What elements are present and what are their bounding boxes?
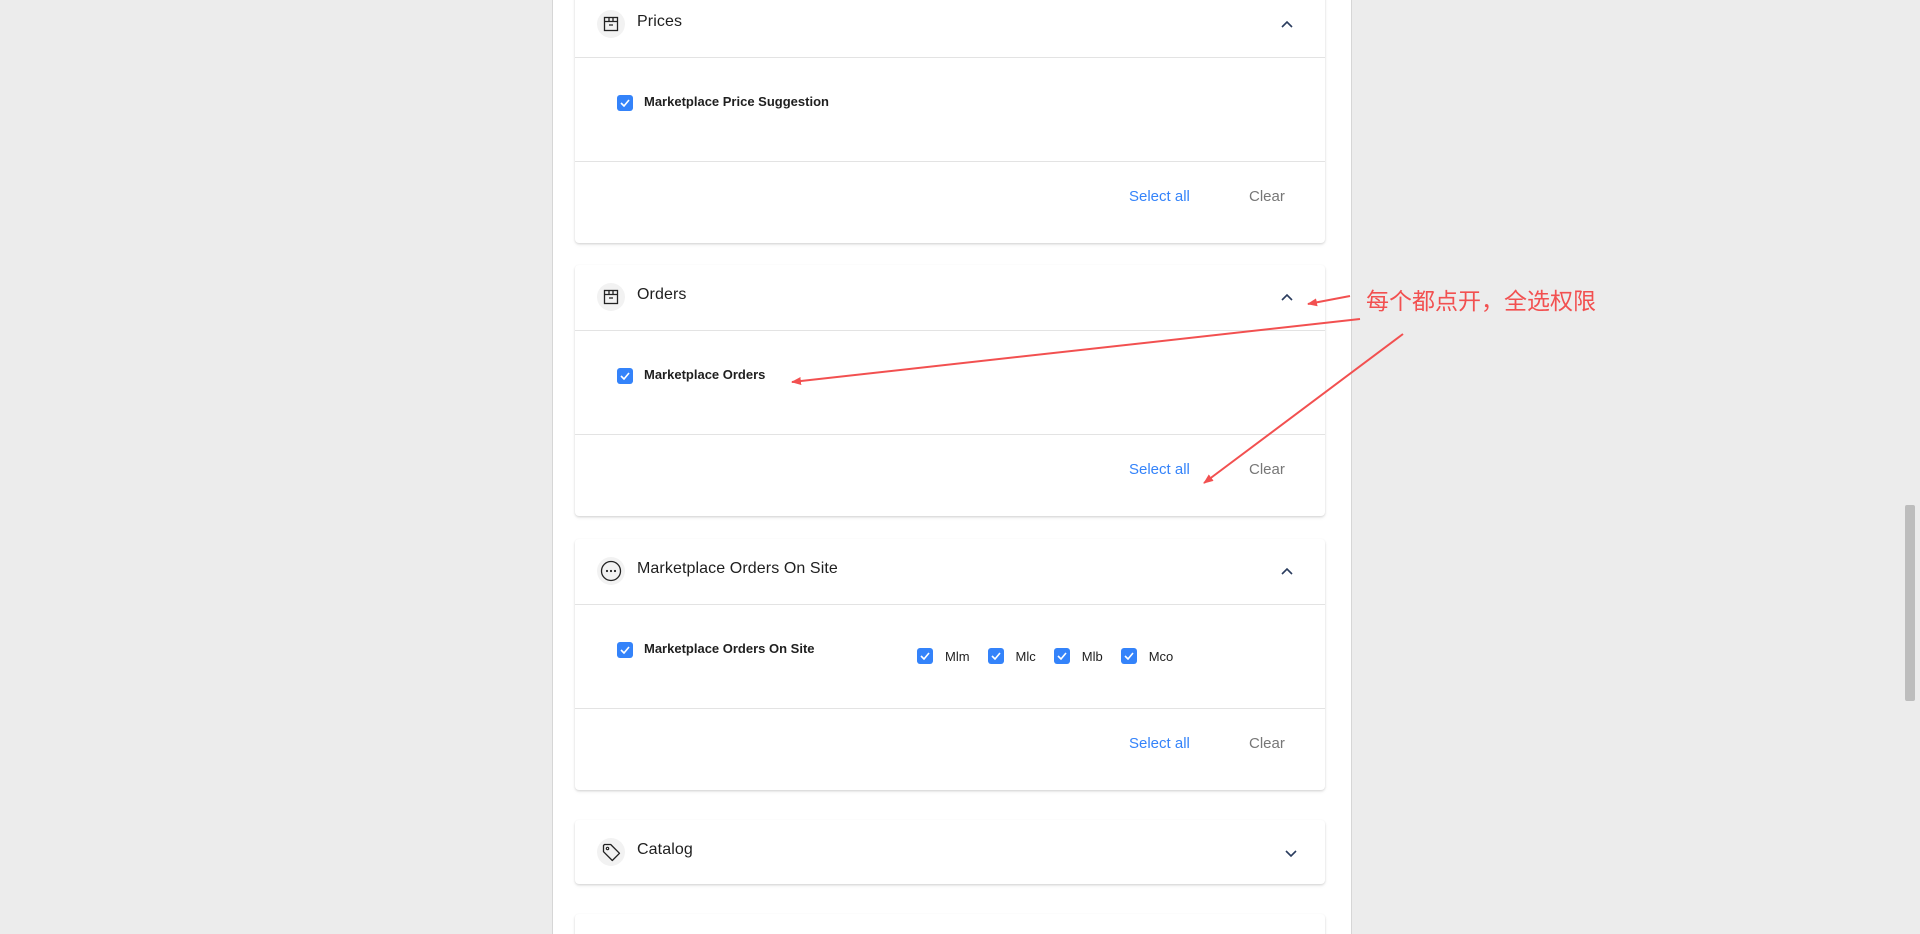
scrollbar-thumb[interactable]: [1905, 505, 1915, 701]
chevron-down-icon[interactable]: [1281, 844, 1301, 864]
section-footer: Select all Clear: [575, 709, 1325, 781]
select-all-button[interactable]: Select all: [1129, 735, 1190, 752]
section-title: Orders: [637, 286, 687, 303]
permissions-panel: Prices Marketplace Price Suggestion Sele…: [552, 0, 1352, 934]
permission-label: Marketplace Orders: [644, 366, 766, 382]
tag-icon: [597, 838, 625, 866]
section-footer: Select all Clear: [575, 162, 1325, 234]
permission-row: Marketplace Orders On Site: [617, 640, 815, 658]
site-checkbox[interactable]: [987, 648, 1004, 664]
clear-button[interactable]: Clear: [1249, 735, 1285, 752]
section-prices: Prices Marketplace Price Suggestion Sele…: [575, 0, 1325, 243]
permission-checkbox[interactable]: [617, 642, 633, 658]
annotation-text: 每个都点开，全选权限: [1366, 289, 1596, 315]
clear-button[interactable]: Clear: [1249, 188, 1285, 205]
permission-label: Marketplace Price Suggestion: [644, 93, 829, 109]
box-icon: [597, 10, 625, 38]
section-orders-on-site-header[interactable]: Marketplace Orders On Site: [575, 539, 1325, 605]
section-orders-header[interactable]: Orders: [575, 265, 1325, 331]
site-checkbox-group: Mlm Mlc Mlb Mco: [917, 648, 1191, 664]
permission-checkbox[interactable]: [617, 95, 633, 111]
section-next-partial: [575, 914, 1325, 934]
site-checkbox[interactable]: [1053, 648, 1070, 664]
section-prices-header[interactable]: Prices: [575, 0, 1325, 58]
site-label: Mlb: [1081, 648, 1103, 664]
site-option-mlb[interactable]: Mlb: [1053, 648, 1103, 664]
section-title: Marketplace Orders On Site: [637, 560, 838, 577]
chevron-up-icon[interactable]: [1277, 561, 1297, 581]
section-catalog-header[interactable]: Catalog: [575, 820, 1325, 884]
section-title: Prices: [637, 13, 683, 30]
section-body: Marketplace Orders On Site Mlm Mlc Mlb M…: [575, 605, 1325, 709]
section-body: Marketplace Price Suggestion: [575, 58, 1325, 162]
site-label: Mlm: [945, 648, 970, 664]
box-icon: [597, 283, 625, 311]
site-option-mco[interactable]: Mco: [1120, 648, 1174, 664]
permission-row: Marketplace Price Suggestion: [617, 93, 829, 111]
site-option-mlm[interactable]: Mlm: [917, 648, 970, 664]
permission-label: Marketplace Orders On Site: [644, 640, 815, 656]
section-footer: Select all Clear: [575, 435, 1325, 507]
site-label: Mlc: [1015, 648, 1036, 664]
section-body: Marketplace Orders: [575, 331, 1325, 435]
more-horizontal-icon: [597, 557, 625, 585]
chevron-up-icon[interactable]: [1277, 14, 1297, 34]
select-all-button[interactable]: Select all: [1129, 461, 1190, 478]
select-all-button[interactable]: Select all: [1129, 188, 1190, 205]
permission-row: Marketplace Orders: [617, 366, 766, 384]
site-checkbox[interactable]: [917, 648, 933, 664]
section-title: Catalog: [637, 841, 693, 858]
section-catalog: Catalog: [575, 820, 1325, 884]
site-checkbox[interactable]: [1120, 648, 1137, 664]
permission-checkbox[interactable]: [617, 368, 633, 384]
section-orders: Orders Marketplace Orders Select all Cle…: [575, 265, 1325, 516]
site-option-mlc[interactable]: Mlc: [987, 648, 1036, 664]
chevron-up-icon[interactable]: [1277, 287, 1297, 307]
site-label: Mco: [1148, 648, 1174, 664]
section-marketplace-orders-on-site: Marketplace Orders On Site Marketplace O…: [575, 539, 1325, 790]
clear-button[interactable]: Clear: [1249, 461, 1285, 478]
